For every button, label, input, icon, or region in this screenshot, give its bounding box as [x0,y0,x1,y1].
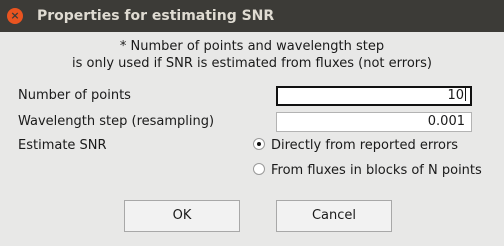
window-title: Properties for estimating SNR [37,8,275,24]
note-line-2: is only used if SNR is estimated from fl… [72,56,432,71]
dialog-content: * Number of points and wavelength step i… [0,32,504,246]
radio-option-fluxes[interactable]: From fluxes in blocks of N points [253,162,482,180]
radio-label-fluxes: From fluxes in blocks of N points [271,163,482,178]
ok-button[interactable]: OK [124,200,240,232]
cancel-button[interactable]: Cancel [276,200,392,232]
points-value: 10 [447,88,464,103]
radio-unselected-icon[interactable] [253,163,265,175]
estimate-snr-label: Estimate SNR [18,138,107,153]
points-input[interactable]: 10 [276,86,472,106]
close-icon[interactable]: × [7,8,23,24]
radio-selected-icon[interactable] [253,138,265,150]
title-bar: × Properties for estimating SNR [0,0,504,32]
radio-label-errors: Directly from reported errors [271,138,459,153]
text-caret [465,88,466,101]
note-line-1: * Number of points and wavelength step [119,39,385,54]
radio-option-errors[interactable]: Directly from reported errors [253,137,458,155]
wavestep-label: Wavelength step (resampling) [18,114,215,129]
points-label: Number of points [18,88,131,103]
wavestep-input[interactable]: 0.001 [276,112,472,132]
